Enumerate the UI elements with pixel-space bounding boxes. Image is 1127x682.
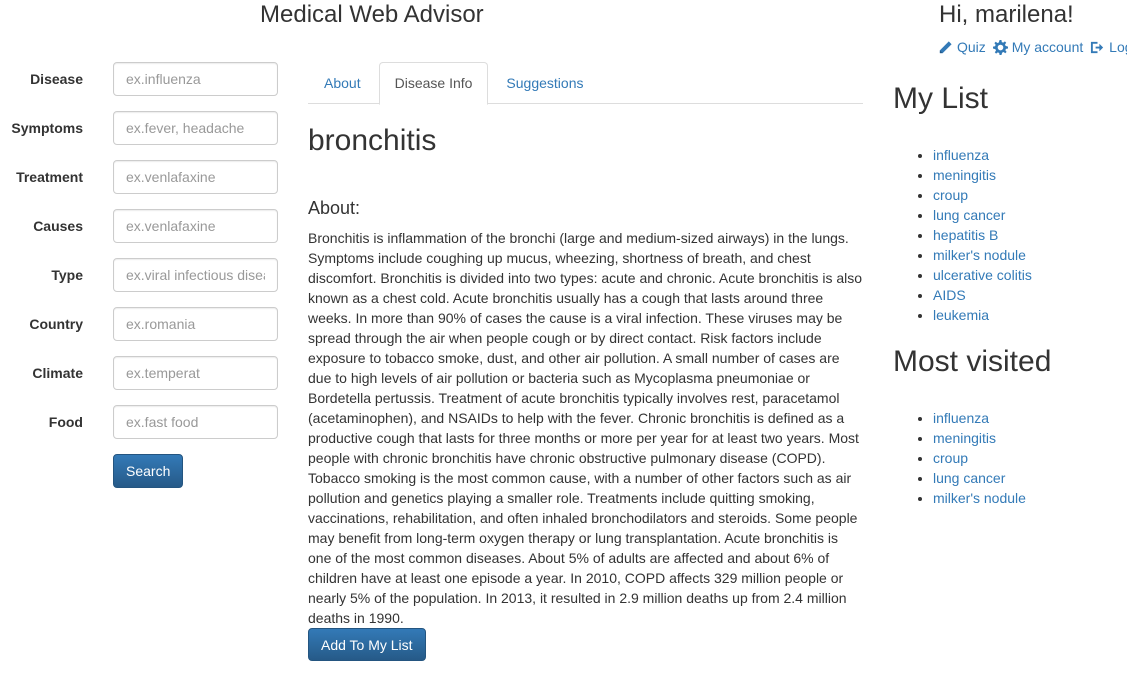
- country-label: Country: [29, 316, 83, 332]
- user-greeting: Hi, marilena!: [939, 1, 1074, 28]
- my-account-link[interactable]: My account: [992, 38, 1084, 56]
- most-visited-item: croup: [933, 448, 1026, 468]
- most-visited-item-link[interactable]: influenza: [933, 410, 989, 426]
- symptoms-label: Symptoms: [11, 120, 83, 136]
- symptoms-input[interactable]: [113, 111, 278, 145]
- my-list-item: leukemia: [933, 305, 1032, 325]
- search-button[interactable]: Search: [113, 454, 184, 488]
- pencil-icon: [939, 40, 952, 53]
- food-input[interactable]: [113, 405, 278, 439]
- disease-row: Disease: [0, 62, 290, 111]
- most-visited-item-link[interactable]: croup: [933, 450, 968, 466]
- climate-label: Climate: [32, 365, 83, 381]
- site-title: Medical Web Advisor: [260, 1, 484, 28]
- disease-input[interactable]: [113, 62, 278, 96]
- type-row: Type: [0, 258, 290, 307]
- search-form: Disease Symptoms Treatment Causes Type C…: [0, 62, 290, 488]
- treatment-input[interactable]: [113, 160, 278, 194]
- my-list-heading: My List: [893, 82, 989, 115]
- quiz-link-label: Quiz: [957, 39, 986, 55]
- causes-label: Causes: [33, 218, 83, 234]
- treatment-label: Treatment: [16, 169, 83, 185]
- causes-row: Causes: [0, 209, 290, 258]
- most-visited-item-link[interactable]: milker's nodule: [933, 490, 1026, 506]
- causes-input[interactable]: [113, 209, 278, 243]
- most-visited-item: milker's nodule: [933, 488, 1026, 508]
- logout-link-label: Logout: [1109, 39, 1127, 55]
- type-input[interactable]: [113, 258, 278, 292]
- my-list-item: AIDS: [933, 285, 1032, 305]
- quiz-link[interactable]: Quiz: [938, 38, 986, 56]
- my-list-item-link[interactable]: AIDS: [933, 287, 966, 303]
- most-visited-item-link[interactable]: lung cancer: [933, 470, 1005, 486]
- my-list-item-link[interactable]: lung cancer: [933, 207, 1005, 223]
- my-list-item-link[interactable]: croup: [933, 187, 968, 203]
- climate-row: Climate: [0, 356, 290, 405]
- my-list-item-link[interactable]: ulcerative colitis: [933, 267, 1032, 283]
- most-visited-item: lung cancer: [933, 468, 1026, 488]
- about-description: Bronchitis is inflammation of the bronch…: [308, 230, 863, 626]
- treatment-row: Treatment: [0, 160, 290, 209]
- most-visited-item-link[interactable]: meningitis: [933, 430, 996, 446]
- my-account-link-label: My account: [1011, 39, 1084, 55]
- my-list-item-link[interactable]: hepatitis B: [933, 227, 998, 243]
- my-list: influenza meningitis croup lung cancer hepat…: [893, 145, 1032, 325]
- country-row: Country: [0, 307, 290, 356]
- my-list-item-link[interactable]: leukemia: [933, 307, 989, 323]
- my-list-item-link[interactable]: milker's nodule: [933, 247, 1026, 263]
- logout-icon: [1091, 41, 1104, 53]
- symptoms-row: Symptoms: [0, 111, 290, 160]
- user-links: Quiz My account Logout: [938, 38, 1127, 59]
- most-visited-item: influenza: [933, 408, 1026, 428]
- most-visited-item: meningitis: [933, 428, 1026, 448]
- disease-label: Disease: [30, 71, 83, 87]
- disease-tabs: About Disease Info Suggestions: [308, 62, 863, 105]
- my-list-item: milker's nodule: [933, 245, 1032, 265]
- climate-input[interactable]: [113, 356, 278, 390]
- about-heading: About:: [308, 198, 361, 218]
- add-to-my-list-button[interactable]: Add To My List: [308, 628, 426, 661]
- most-visited-list: influenza meningitis croup lung cancer milke…: [893, 408, 1026, 508]
- my-list-item: croup: [933, 185, 1032, 205]
- food-row: Food: [0, 405, 290, 454]
- country-input[interactable]: [113, 307, 278, 341]
- my-list-item: ulcerative colitis: [933, 265, 1032, 285]
- my-list-item-link[interactable]: meningitis: [933, 167, 996, 183]
- disease-title: bronchitis: [308, 124, 437, 157]
- tab-suggestions[interactable]: Suggestions: [490, 62, 599, 104]
- my-list-item: lung cancer: [933, 205, 1032, 225]
- tab-disease-info[interactable]: Disease Info: [378, 62, 489, 105]
- food-label: Food: [48, 414, 83, 430]
- my-list-item: influenza: [933, 145, 1032, 165]
- my-list-item-link[interactable]: influenza: [933, 147, 989, 163]
- gear-icon: [992, 39, 1008, 55]
- most-visited-heading: Most visited: [893, 345, 1052, 378]
- my-list-item: meningitis: [933, 165, 1032, 185]
- my-list-item: hepatitis B: [933, 225, 1032, 245]
- logout-link[interactable]: Logout: [1090, 38, 1127, 56]
- tab-about[interactable]: About: [308, 62, 377, 104]
- type-label: Type: [51, 267, 83, 283]
